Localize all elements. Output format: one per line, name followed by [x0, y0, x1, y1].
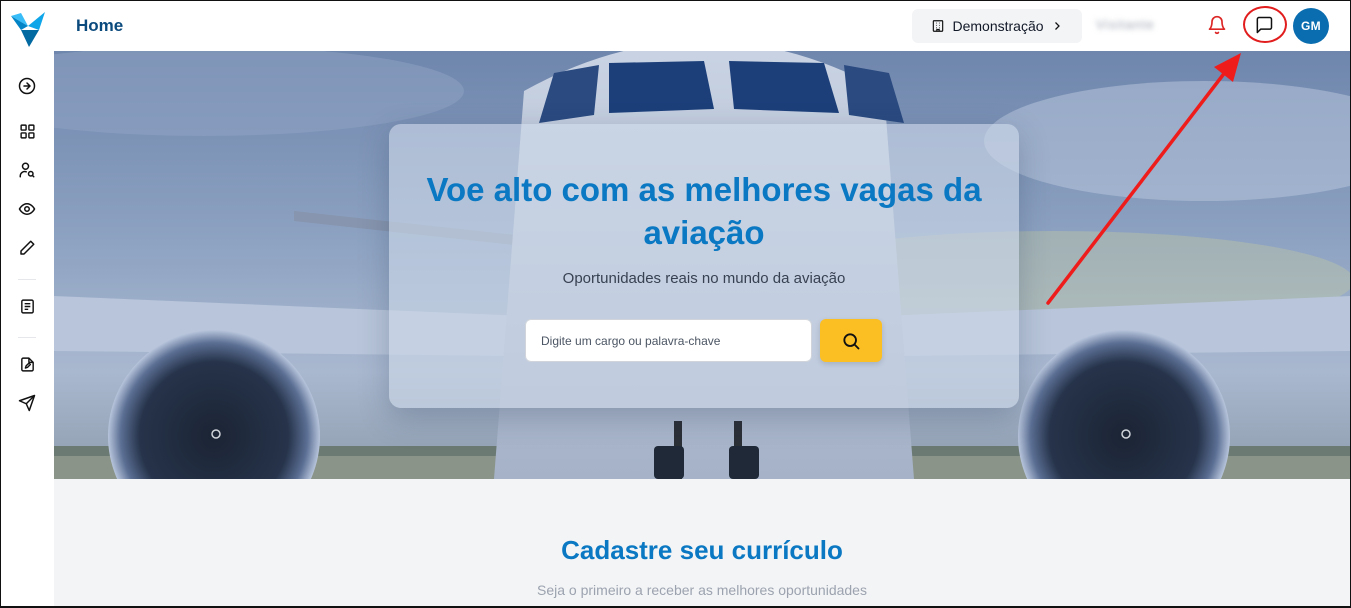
- building-icon: [933, 20, 944, 32]
- user-name[interactable]: Visitante: [1096, 17, 1174, 35]
- sidebar-divider: [18, 279, 36, 280]
- job-search-input[interactable]: [525, 319, 812, 362]
- section-title: Cadastre seu currículo: [561, 535, 843, 565]
- section-subtitle: Seja o primeiro a receber as melhores op…: [537, 582, 867, 598]
- hero-banner: Voe alto com as melhores vagas da aviaçã…: [54, 51, 1350, 479]
- chevron-right-icon: [1054, 22, 1060, 30]
- hero-title: Voe alto com as melhores vagas da aviaçã…: [426, 171, 982, 251]
- company-selector-button[interactable]: Demonstração: [912, 9, 1082, 43]
- user-search-icon[interactable]: [15, 158, 39, 182]
- search-button[interactable]: [820, 319, 882, 362]
- company-label: Demonstração: [952, 18, 1044, 34]
- notification-bell-icon[interactable]: [1207, 15, 1229, 37]
- search-icon: [843, 332, 860, 349]
- sidebar-divider: [18, 337, 36, 338]
- logo-bird-icon[interactable]: [9, 10, 47, 50]
- eye-icon[interactable]: [15, 197, 39, 221]
- document-icon[interactable]: [15, 294, 39, 318]
- page-title: Home: [76, 16, 124, 35]
- arrow-right-circle-icon[interactable]: [15, 74, 39, 98]
- pencil-icon[interactable]: [15, 236, 39, 260]
- send-icon[interactable]: [15, 391, 39, 415]
- avatar[interactable]: GM: [1293, 8, 1329, 44]
- hero-subtitle: Oportunidades reais no mundo da aviação: [562, 270, 846, 287]
- app-window: Home Demonstração Visitante GM Voe alto …: [0, 0, 1351, 608]
- hero-search-card: Voe alto com as melhores vagas da aviaçã…: [389, 124, 1019, 408]
- grid-icon[interactable]: [15, 119, 39, 143]
- top-header: Home Demonstração Visitante GM: [54, 1, 1350, 52]
- sidebar: [1, 1, 55, 606]
- resume-section: Cadastre seu currículo Seja o primeiro a…: [54, 479, 1350, 606]
- chat-message-icon[interactable]: [1254, 15, 1276, 37]
- file-edit-icon[interactable]: [15, 352, 39, 376]
